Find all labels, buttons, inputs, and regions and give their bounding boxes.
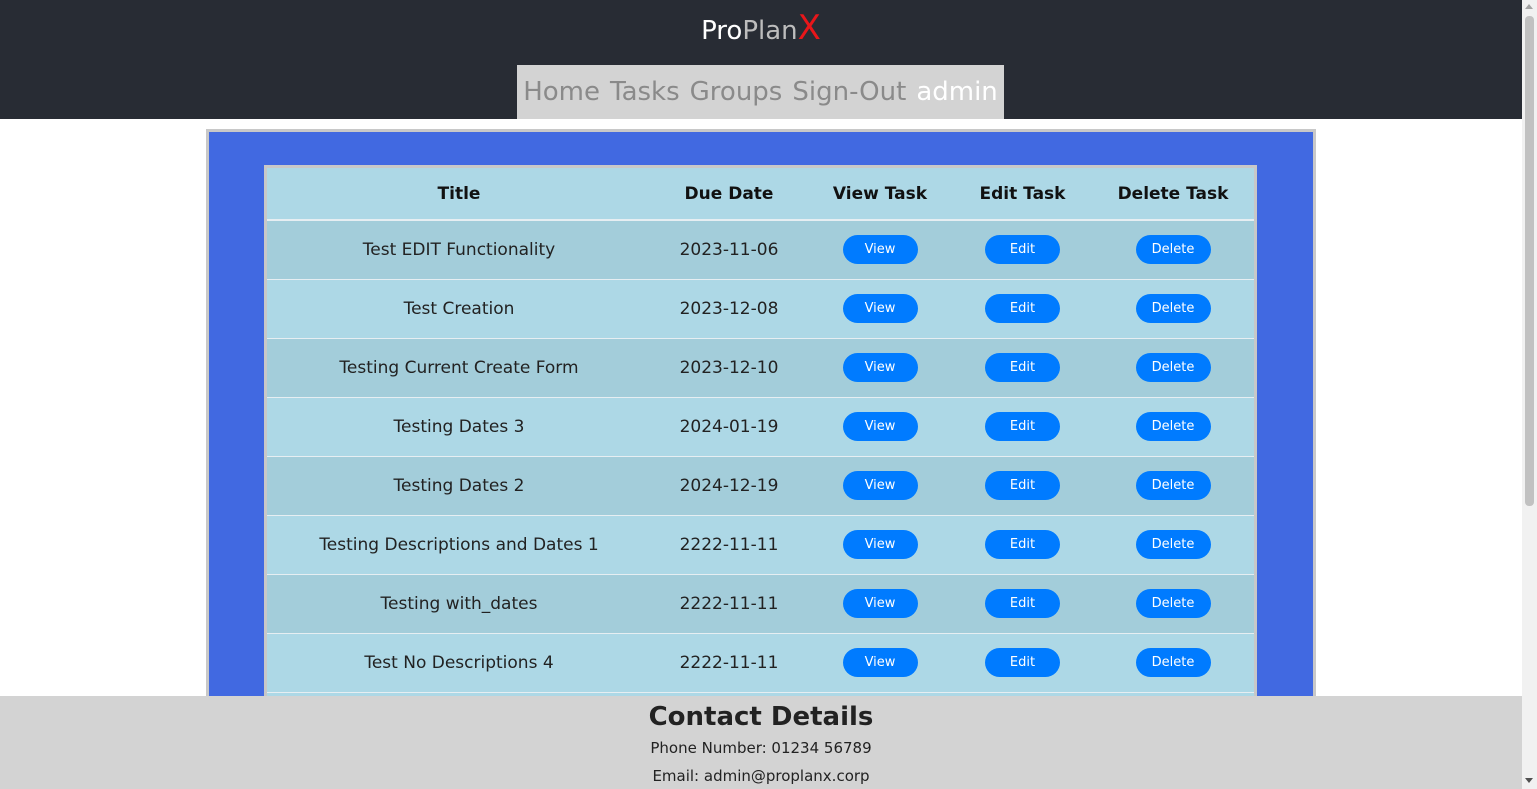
view-task-button[interactable]: View: [842, 235, 918, 265]
task-due-date: 2023-11-06: [651, 220, 807, 280]
task-due-date: 2024-12-19: [651, 456, 807, 516]
brand-x: X: [797, 8, 821, 48]
tasks-table-container: Title Due Date View Task Edit Task Delet…: [264, 165, 1257, 725]
table-row: Test EDIT Functionality 2023-11-06 View …: [267, 220, 1254, 280]
view-task-button[interactable]: View: [842, 294, 918, 323]
nav-home-link[interactable]: Home: [523, 77, 600, 107]
task-title: Testing with_dates: [267, 574, 651, 634]
header-edit-task: Edit Task: [953, 168, 1092, 221]
table-row: Test Creation 2023-12-08 View Edit Delet…: [267, 279, 1254, 339]
delete-task-button[interactable]: Delete: [1135, 471, 1211, 500]
brand-plan: Plan: [742, 16, 798, 46]
header-view-task: View Task: [807, 168, 953, 221]
delete-task-button[interactable]: Delete: [1135, 589, 1211, 618]
table-row: Testing with_dates 2222-11-11 View Edit …: [267, 574, 1254, 634]
contact-phone: Phone Number: 01234 56789: [650, 739, 872, 757]
header: ProPlanX Home Tasks Groups Sign-Out admi…: [0, 0, 1522, 119]
delete-task-button[interactable]: Delete: [1135, 648, 1211, 677]
view-task-button[interactable]: View: [842, 589, 918, 618]
scrollbar-thumb[interactable]: [1525, 16, 1534, 506]
main-nav: Home Tasks Groups Sign-Out admin: [517, 65, 1004, 119]
task-due-date: 2222-11-11: [651, 515, 807, 575]
view-task-button[interactable]: View: [842, 530, 918, 559]
contact-heading: Contact Details: [648, 702, 874, 732]
nav-signout-link[interactable]: Sign-Out: [792, 77, 906, 107]
tasks-table-body: Test EDIT Functionality 2023-11-06 View …: [267, 220, 1254, 693]
nav-groups-link[interactable]: Groups: [690, 77, 783, 107]
task-due-date: 2222-11-11: [651, 633, 807, 693]
view-task-button[interactable]: View: [842, 353, 918, 382]
nav-tasks-link[interactable]: Tasks: [610, 77, 680, 107]
task-title: Testing Current Create Form: [267, 338, 651, 398]
edit-task-button[interactable]: Edit: [985, 530, 1060, 559]
edit-task-button[interactable]: Edit: [985, 412, 1060, 441]
delete-task-button[interactable]: Delete: [1135, 412, 1211, 441]
delete-task-button[interactable]: Delete: [1135, 353, 1211, 382]
table-row: Test No Descriptions 4 2222-11-11 View E…: [267, 633, 1254, 693]
view-task-button[interactable]: View: [842, 412, 918, 441]
view-task-button[interactable]: View: [842, 648, 918, 677]
current-user: admin: [916, 77, 998, 107]
edit-task-button[interactable]: Edit: [985, 294, 1060, 323]
scroll-up-arrow-icon[interactable]: [1525, 4, 1533, 9]
task-title: Testing Dates 2: [267, 456, 651, 516]
brand-logo: ProPlanX: [0, 9, 1522, 50]
footer: Contact Details Phone Number: 01234 5678…: [0, 696, 1522, 789]
page: ProPlanX Home Tasks Groups Sign-Out admi…: [0, 0, 1522, 789]
task-title: Testing Descriptions and Dates 1: [267, 515, 651, 575]
task-title: Testing Dates 3: [267, 397, 651, 457]
task-due-date: 2023-12-08: [651, 279, 807, 339]
table-row: Testing Descriptions and Dates 1 2222-11…: [267, 515, 1254, 575]
header-delete-task: Delete Task: [1092, 168, 1254, 221]
tasks-table: Title Due Date View Task Edit Task Delet…: [267, 168, 1254, 693]
delete-task-button[interactable]: Delete: [1135, 235, 1211, 265]
task-title: Test No Descriptions 4: [267, 633, 651, 693]
brand-pro: Pro: [701, 16, 743, 46]
task-title: Test EDIT Functionality: [267, 220, 651, 280]
header-title: Title: [267, 168, 651, 221]
view-task-button[interactable]: View: [842, 471, 918, 500]
table-row: Testing Dates 2 2024-12-19 View Edit Del…: [267, 456, 1254, 516]
delete-task-button[interactable]: Delete: [1135, 530, 1211, 559]
header-due-date: Due Date: [651, 168, 807, 221]
task-title: Test Creation: [267, 279, 651, 339]
edit-task-button[interactable]: Edit: [985, 471, 1060, 500]
scroll-down-arrow-icon[interactable]: [1525, 778, 1533, 783]
table-header-row: Title Due Date View Task Edit Task Delet…: [267, 168, 1254, 221]
edit-task-button[interactable]: Edit: [985, 353, 1060, 382]
task-due-date: 2023-12-10: [651, 338, 807, 398]
delete-task-button[interactable]: Delete: [1135, 294, 1211, 323]
edit-task-button[interactable]: Edit: [985, 589, 1060, 618]
edit-task-button[interactable]: Edit: [985, 235, 1060, 265]
table-row: Testing Dates 3 2024-01-19 View Edit Del…: [267, 397, 1254, 457]
contact-email: Email: admin@proplanx.corp: [652, 767, 870, 785]
task-due-date: 2222-11-11: [651, 574, 807, 634]
page-scrollbar[interactable]: [1522, 0, 1537, 789]
table-row: Testing Current Create Form 2023-12-10 V…: [267, 338, 1254, 398]
task-due-date: 2024-01-19: [651, 397, 807, 457]
edit-task-button[interactable]: Edit: [985, 648, 1060, 677]
